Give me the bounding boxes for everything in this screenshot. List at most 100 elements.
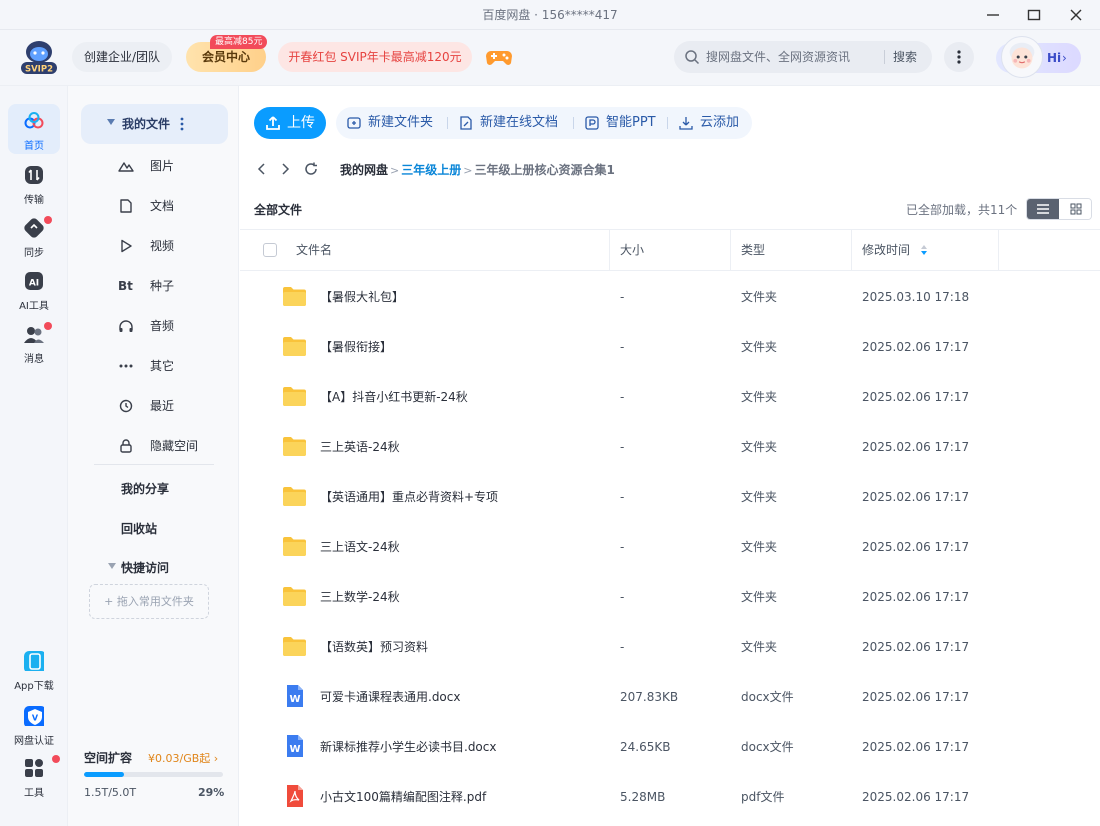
file-name[interactable]: 【暑假衔接】 bbox=[320, 322, 392, 372]
file-type: 文件夹 bbox=[741, 340, 778, 354]
more-menu-button[interactable] bbox=[944, 42, 974, 72]
column-header-modified[interactable]: 修改时间 bbox=[862, 230, 910, 270]
file-modified: 2025.02.06 17:17 bbox=[862, 690, 970, 704]
back-icon[interactable] bbox=[254, 161, 270, 177]
breadcrumb-item[interactable]: 三年级上册 bbox=[401, 163, 461, 177]
table-row[interactable]: 【暑假大礼包】 - 文件夹 2025.03.10 17:18 bbox=[240, 272, 1092, 322]
file-name[interactable]: 【暑假大礼包】 bbox=[320, 272, 404, 322]
table-row[interactable]: 【英语通用】重点必背资料+专项 - 文件夹 2025.02.06 17:17 bbox=[240, 472, 1092, 522]
column-divider[interactable] bbox=[851, 230, 852, 270]
minimize-button[interactable] bbox=[978, 4, 1008, 26]
file-name[interactable]: 【语数英】预习资料 bbox=[320, 622, 428, 672]
sidebar-item-my-files[interactable]: 我的文件 bbox=[81, 104, 228, 144]
sidebar-item-label: 音频 bbox=[150, 319, 175, 333]
column-divider[interactable] bbox=[998, 230, 999, 270]
file-modified: 2025.02.06 17:17 bbox=[862, 740, 970, 754]
folder-icon bbox=[283, 437, 306, 456]
file-size: - bbox=[620, 640, 625, 654]
table-row[interactable]: W 可爱卡通课程表通用.docx 207.83KB docx文件 2025.02.06 … bbox=[240, 672, 1092, 722]
user-greeting: Hi bbox=[1047, 51, 1062, 65]
table-row[interactable]: W 新课标推荐小学生必读书目.docx 24.65KB docx文件 2025.02.0… bbox=[240, 722, 1092, 772]
file-name[interactable]: 三上数学-24秋 bbox=[320, 572, 400, 622]
maximize-button[interactable] bbox=[1019, 4, 1049, 26]
refresh-icon[interactable] bbox=[303, 161, 319, 177]
sort-icon[interactable] bbox=[920, 244, 928, 256]
file-name[interactable]: 三上英语-24秋 bbox=[320, 422, 400, 472]
file-name[interactable]: 【英语通用】重点必背资料+专项 bbox=[320, 472, 498, 522]
apps-icon bbox=[25, 759, 43, 777]
sidebar-item-my-share[interactable]: 我的分享 bbox=[121, 480, 169, 497]
column-header-name[interactable]: 文件名 bbox=[296, 230, 332, 270]
toolbar-label: 新建在线文档 bbox=[480, 115, 559, 130]
toolbar-divider bbox=[667, 117, 668, 129]
file-name[interactable]: 三上语文-24秋 bbox=[320, 522, 400, 572]
file-name[interactable]: 【A】抖音小红书更新-24秋 bbox=[320, 372, 468, 422]
avatar[interactable] bbox=[1001, 36, 1043, 78]
rail-item-home[interactable]: 首页 bbox=[8, 104, 60, 154]
toolbar-divider bbox=[447, 117, 448, 129]
column-divider[interactable] bbox=[609, 230, 610, 270]
table-row[interactable]: 三上数学-24秋 - 文件夹 2025.02.06 17:17 bbox=[240, 572, 1092, 622]
upload-button[interactable]: 上传 bbox=[254, 107, 326, 139]
svg-text:W: W bbox=[289, 694, 300, 705]
word-file-icon: W bbox=[287, 735, 303, 757]
search-button[interactable]: 搜索 bbox=[893, 41, 917, 73]
forward-icon[interactable] bbox=[277, 161, 293, 177]
search-divider bbox=[884, 50, 885, 64]
notification-dot bbox=[44, 216, 52, 224]
sidebar-item-label: 文档 bbox=[150, 199, 175, 213]
caret-down-icon[interactable] bbox=[108, 563, 116, 569]
file-modified: 2025.02.06 17:17 bbox=[862, 440, 970, 454]
message-icon bbox=[24, 327, 44, 343]
file-modified: 2025.02.06 17:17 bbox=[862, 640, 970, 654]
rail-item-ai-tools[interactable]: AI AI工具 bbox=[8, 264, 60, 314]
file-modified: 2025.02.06 17:17 bbox=[862, 540, 970, 554]
table-row[interactable]: 小古文100篇精编配图注释.pdf 5.28MB pdf文件 2025.02.06 1… bbox=[240, 772, 1092, 822]
file-name[interactable]: 可爱卡通课程表通用.docx bbox=[320, 672, 460, 722]
rail-item-sync[interactable]: 同步 bbox=[8, 211, 60, 261]
table-row[interactable]: 三上英语-24秋 - 文件夹 2025.02.06 17:17 bbox=[240, 422, 1092, 472]
sync-icon bbox=[24, 218, 44, 238]
breadcrumb-item[interactable]: 我的网盘 bbox=[340, 163, 388, 177]
file-size: 207.83KB bbox=[620, 690, 679, 704]
rail-item-label: 同步 bbox=[24, 248, 44, 259]
create-team-button[interactable]: 创建企业/团队 bbox=[72, 42, 173, 72]
search-input[interactable]: 搜网盘文件、全网资源资讯 bbox=[706, 41, 850, 73]
rail-item-transfer[interactable]: 传输 bbox=[8, 158, 60, 208]
grid-view-button[interactable] bbox=[1060, 199, 1091, 219]
search-box[interactable]: 搜网盘文件、全网资源资讯 搜索 bbox=[674, 41, 932, 73]
table-row[interactable]: 三上语文-24秋 - 文件夹 2025.02.06 17:17 bbox=[240, 522, 1092, 572]
file-type: 文件夹 bbox=[741, 540, 778, 554]
storage-title: 空间扩容 bbox=[84, 751, 133, 765]
rail-item-messages[interactable]: 消息 bbox=[8, 317, 60, 367]
column-header-size[interactable]: 大小 bbox=[620, 230, 644, 270]
list-view-button[interactable] bbox=[1027, 199, 1059, 219]
file-name[interactable]: 新课标推荐小学生必读书目.docx bbox=[320, 722, 496, 772]
sidebar-item-recycle-bin[interactable]: 回收站 bbox=[121, 520, 157, 537]
file-name[interactable]: 小古文100篇精编配图注释.pdf bbox=[320, 772, 486, 822]
storage-used: 1.5T/5.0T bbox=[84, 786, 137, 799]
storage-upgrade-link[interactable]: ¥0.03/GB起 › bbox=[148, 750, 218, 766]
sidebar-item-quick-access[interactable]: 快捷访问 bbox=[121, 559, 169, 576]
rail-item-tools[interactable]: 工具 bbox=[8, 751, 60, 801]
quick-access-drop-zone[interactable]: + 拖入常用文件夹 bbox=[89, 584, 209, 619]
column-divider[interactable] bbox=[730, 230, 731, 270]
kebab-icon[interactable] bbox=[180, 117, 184, 131]
select-all-checkbox[interactable] bbox=[263, 243, 277, 257]
table-row[interactable]: 【A】抖音小红书更新-24秋 - 文件夹 2025.02.06 17:17 bbox=[240, 372, 1092, 422]
close-button[interactable] bbox=[1061, 4, 1091, 26]
audio-icon bbox=[119, 320, 133, 332]
sidebar-item-label: 图片 bbox=[150, 159, 175, 173]
folder-icon bbox=[283, 537, 306, 556]
table-row[interactable]: 【暑假衔接】 - 文件夹 2025.02.06 17:17 bbox=[240, 322, 1092, 372]
recent-icon bbox=[119, 399, 133, 413]
rail-item-label: 网盘认证 bbox=[14, 736, 54, 747]
column-header-type[interactable]: 类型 bbox=[741, 230, 765, 270]
promo-banner[interactable]: 开春红包 SVIP年卡最高减120元 bbox=[278, 42, 472, 72]
game-controller-icon[interactable] bbox=[485, 44, 513, 68]
rail-item-verify[interactable]: V 网盘认证 bbox=[8, 699, 60, 749]
rail-item-app-download[interactable]: App下载 bbox=[8, 644, 60, 694]
table-row[interactable]: 【语数英】预习资料 - 文件夹 2025.02.06 17:17 bbox=[240, 622, 1092, 672]
svip-logo[interactable]: SVIP2 bbox=[18, 38, 60, 76]
upload-label: 上传 bbox=[287, 115, 315, 131]
